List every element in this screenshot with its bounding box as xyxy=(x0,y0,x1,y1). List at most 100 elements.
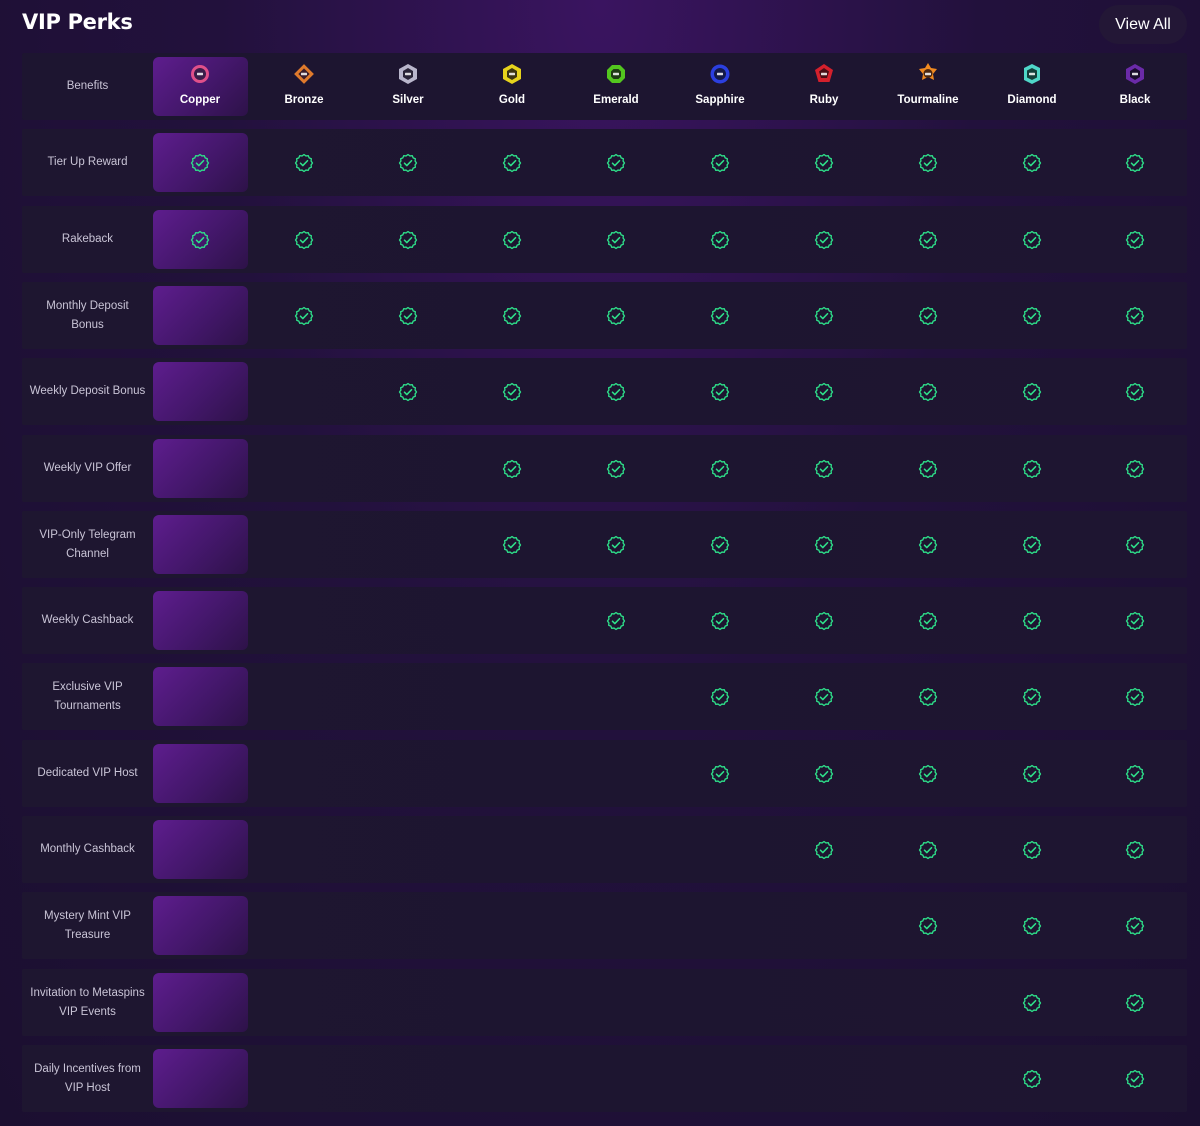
table-row: Invitation to Metaspins VIP Events xyxy=(22,969,1187,1036)
copper-badge-icon xyxy=(188,62,212,86)
emerald-badge-icon xyxy=(604,62,628,86)
check-badge-icon xyxy=(908,282,948,349)
check-badge-icon xyxy=(492,435,532,502)
check-badge-icon xyxy=(804,129,844,196)
check-badge-icon xyxy=(596,206,636,273)
check-badge-icon xyxy=(908,435,948,502)
check-badge-icon xyxy=(700,358,740,425)
benefit-label: Invitation to Metaspins VIP Events xyxy=(30,986,145,1018)
tier-header-copper: Copper xyxy=(148,53,252,120)
check-badge-icon xyxy=(596,511,636,578)
check-badge-icon xyxy=(908,663,948,730)
sapphire-badge-icon xyxy=(708,62,732,86)
page-title: VIP Perks xyxy=(22,10,133,34)
check-badge-icon xyxy=(1012,358,1052,425)
table-row: Mystery Mint VIP Treasure xyxy=(22,892,1187,959)
check-badge-icon xyxy=(1012,1045,1052,1112)
copper-column-highlight xyxy=(153,515,248,574)
tier-name: Bronze xyxy=(284,94,324,106)
tier-header-tourmaline: Tourmaline xyxy=(876,53,980,120)
tier-header-diamond: Diamond xyxy=(980,53,1084,120)
check-badge-icon xyxy=(284,129,324,196)
check-badge-icon xyxy=(1115,129,1155,196)
copper-column-highlight xyxy=(153,1049,248,1108)
tier-name: Emerald xyxy=(593,94,639,106)
benefit-label: Daily Incentives from VIP Host xyxy=(34,1062,141,1094)
table-row: Dedicated VIP Host xyxy=(22,740,1187,807)
check-badge-icon xyxy=(1012,740,1052,807)
tier-header-silver: Silver xyxy=(356,53,460,120)
check-badge-icon xyxy=(908,892,948,959)
check-badge-icon xyxy=(908,816,948,883)
check-badge-icon xyxy=(1115,1045,1155,1112)
tier-header-emerald: Emerald xyxy=(564,53,668,120)
table-row: Monthly Cashback xyxy=(22,816,1187,883)
benefit-label: Weekly Cashback xyxy=(41,614,134,626)
tier-name: Sapphire xyxy=(695,94,745,106)
benefits-header-label: Benefits xyxy=(66,80,109,92)
check-badge-icon xyxy=(1115,358,1155,425)
copper-column-highlight xyxy=(153,896,248,955)
check-badge-icon xyxy=(492,129,532,196)
check-badge-icon xyxy=(596,129,636,196)
check-badge-icon xyxy=(492,206,532,273)
check-badge-icon xyxy=(804,740,844,807)
copper-column-highlight xyxy=(153,286,248,345)
check-badge-icon xyxy=(1115,740,1155,807)
check-badge-icon xyxy=(1115,587,1155,654)
table-row: Weekly VIP Offer xyxy=(22,435,1187,502)
check-badge-icon xyxy=(596,587,636,654)
check-badge-icon xyxy=(804,435,844,502)
check-badge-icon xyxy=(804,358,844,425)
tier-header-sapphire: Sapphire xyxy=(668,53,772,120)
check-badge-icon xyxy=(492,511,532,578)
check-badge-icon xyxy=(1012,206,1052,273)
check-badge-icon xyxy=(804,511,844,578)
table-row: Rakeback xyxy=(22,206,1187,273)
copper-column-highlight xyxy=(153,591,248,650)
check-badge-icon xyxy=(804,206,844,273)
check-badge-icon xyxy=(1012,511,1052,578)
tier-name: Silver xyxy=(392,94,424,106)
view-all-button[interactable]: View All xyxy=(1099,5,1187,44)
table-header-row: Benefits Copper Bronze Silver Gold Emerald Sap… xyxy=(22,53,1187,120)
check-badge-icon xyxy=(1012,663,1052,730)
check-badge-icon xyxy=(700,282,740,349)
tier-header-gold: Gold xyxy=(460,53,564,120)
check-badge-icon xyxy=(1012,969,1052,1036)
check-badge-icon xyxy=(1115,282,1155,349)
check-badge-icon xyxy=(700,206,740,273)
check-badge-icon xyxy=(700,129,740,196)
copper-column-highlight xyxy=(153,667,248,726)
check-badge-icon xyxy=(492,358,532,425)
check-badge-icon xyxy=(596,282,636,349)
check-badge-icon xyxy=(908,129,948,196)
check-badge-icon xyxy=(1012,892,1052,959)
table-row: Tier Up Reward xyxy=(22,129,1187,196)
check-badge-icon xyxy=(1012,435,1052,502)
tier-name: Diamond xyxy=(1007,94,1057,106)
tier-header-ruby: Ruby xyxy=(772,53,876,120)
benefit-label: Rakeback xyxy=(61,233,114,245)
check-badge-icon xyxy=(700,435,740,502)
benefit-label: Monthly Cashback xyxy=(40,843,135,855)
benefit-label: Tier Up Reward xyxy=(47,156,128,168)
tier-name: Ruby xyxy=(809,94,839,106)
copper-column-highlight xyxy=(153,820,248,879)
tier-name: Copper xyxy=(179,94,221,106)
tier-name: Gold xyxy=(498,94,526,106)
ruby-badge-icon xyxy=(812,62,836,86)
check-badge-icon xyxy=(908,358,948,425)
check-badge-icon xyxy=(180,206,220,273)
check-badge-icon xyxy=(700,587,740,654)
benefit-label: Weekly Deposit Bonus xyxy=(29,385,146,397)
table-row: Weekly Cashback xyxy=(22,587,1187,654)
copper-column-highlight xyxy=(153,744,248,803)
check-badge-icon xyxy=(180,129,220,196)
check-badge-icon xyxy=(284,206,324,273)
check-badge-icon xyxy=(804,282,844,349)
check-badge-icon xyxy=(804,663,844,730)
benefit-label: Dedicated VIP Host xyxy=(37,767,138,779)
tourmaline-badge-icon xyxy=(916,62,940,86)
table-row: Exclusive VIP Tournaments xyxy=(22,663,1187,730)
